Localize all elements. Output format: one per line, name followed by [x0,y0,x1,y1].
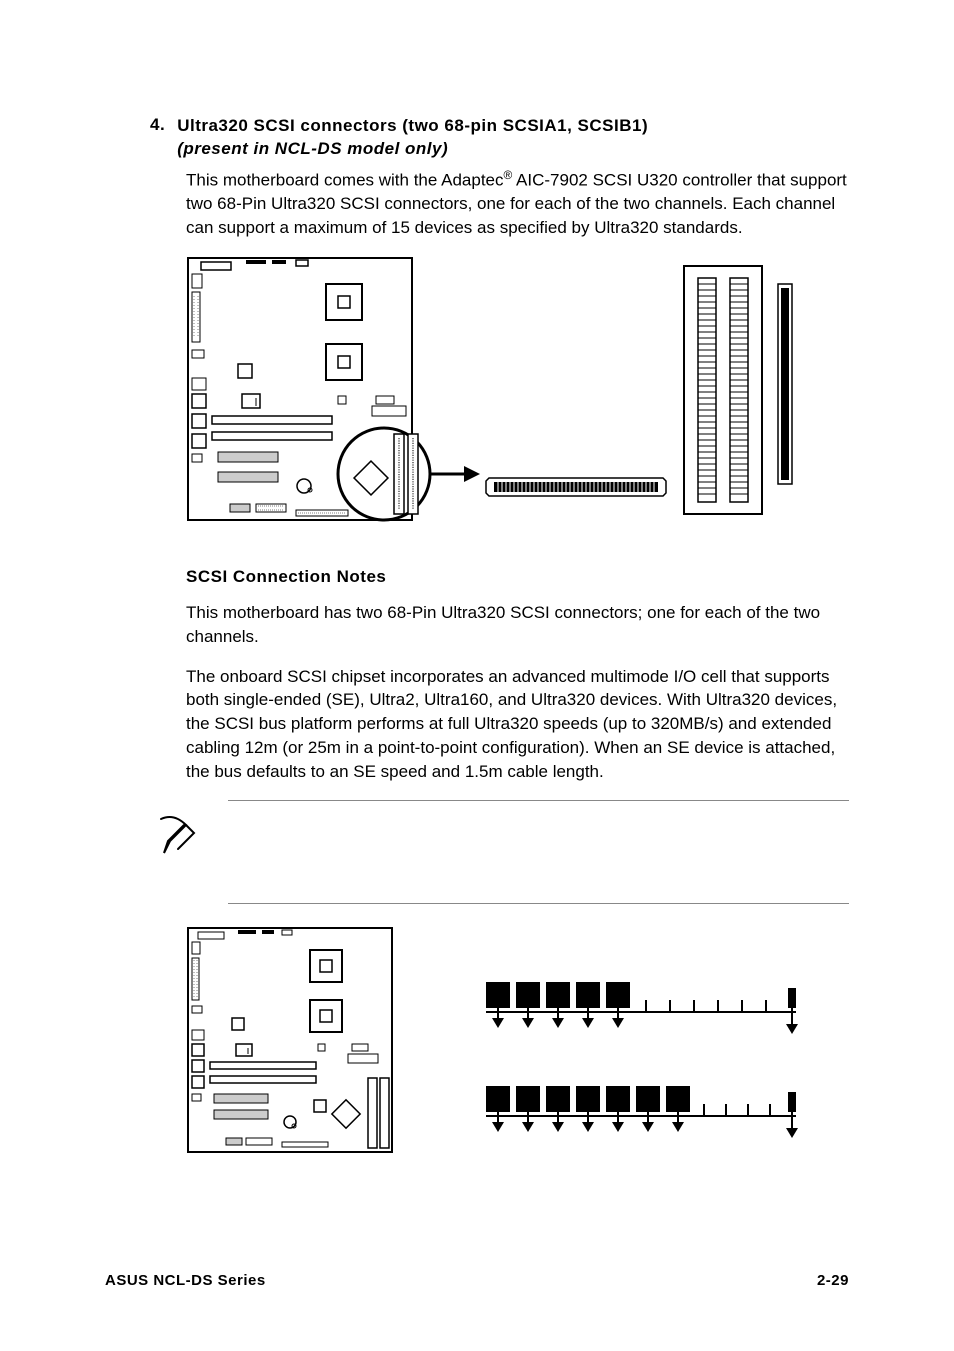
paragraph-scsi-2: The onboard SCSI chipset incorporates an… [186,665,849,784]
scsi-connector-diagram [186,256,849,535]
paragraph-scsi-1: This motherboard has two 68-Pin Ultra320… [186,601,849,649]
footer-left: ASUS NCL-DS Series [105,1272,266,1289]
note-box [228,800,849,904]
section-number: 4. [150,115,165,161]
section-title-line2: (present in NCL-DS model only) [177,138,648,161]
note-pen-icon [156,811,206,861]
para1-a: This motherboard comes with the Adaptec [186,171,504,190]
scsi-notes-heading: SCSI Connection Notes [186,567,849,587]
section-title: Ultra320 SCSI connectors (two 68-pin SCS… [177,115,648,161]
section-title-line1: Ultra320 SCSI connectors (two 68-pin SCS… [177,116,648,135]
paragraph-intro: This motherboard comes with the Adaptec®… [186,167,849,240]
registered-mark: ® [504,168,513,182]
scsi-cabling-diagram [186,926,849,1163]
footer-right: 2-29 [817,1272,849,1289]
